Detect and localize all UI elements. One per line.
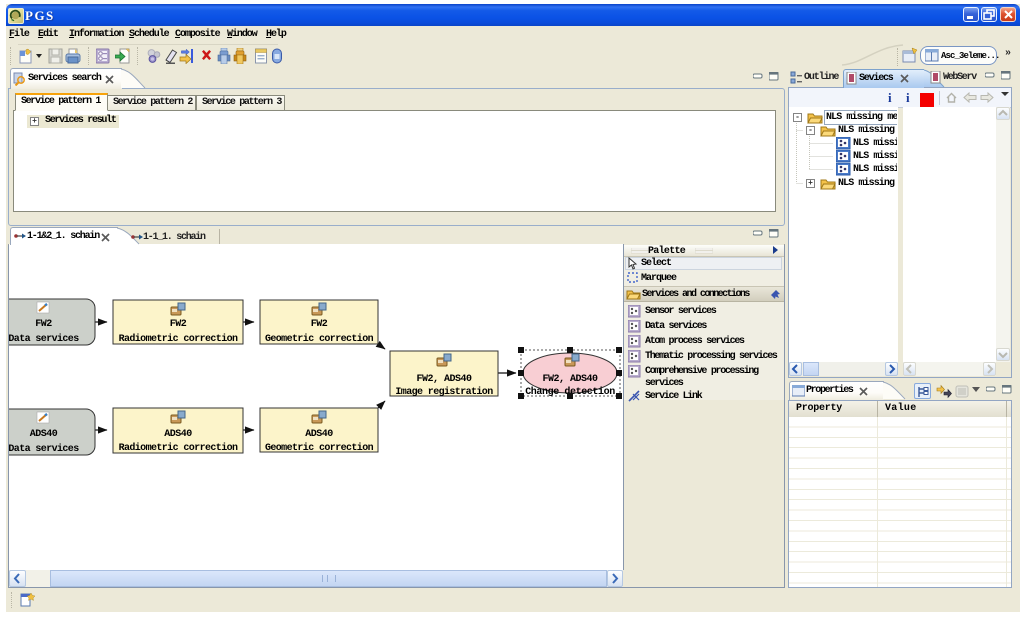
svg-text:ADS40: ADS40 [305,429,333,440]
svg-text:FW2: FW2 [35,319,52,330]
svg-text:Radiometric correction: Radiometric correction [119,333,238,345]
svg-text:Image registration: Image registration [395,386,493,398]
svg-text:ADS40: ADS40 [164,429,192,440]
svg-text:ADS40: ADS40 [30,429,58,440]
svg-text:FW2: FW2 [311,319,328,330]
svg-text:Radiometric correction: Radiometric correction [119,442,238,454]
svg-text:Data services: Data services [9,443,79,455]
svg-text:Geometric correction: Geometric correction [265,333,374,345]
svg-text:FW2: FW2 [170,319,187,330]
svg-text:FW2, ADS40: FW2, ADS40 [542,374,598,385]
svg-text:FW2, ADS40: FW2, ADS40 [416,374,472,385]
svg-text:Geometric correction: Geometric correction [265,442,374,454]
svg-text:Data services: Data services [9,333,79,345]
